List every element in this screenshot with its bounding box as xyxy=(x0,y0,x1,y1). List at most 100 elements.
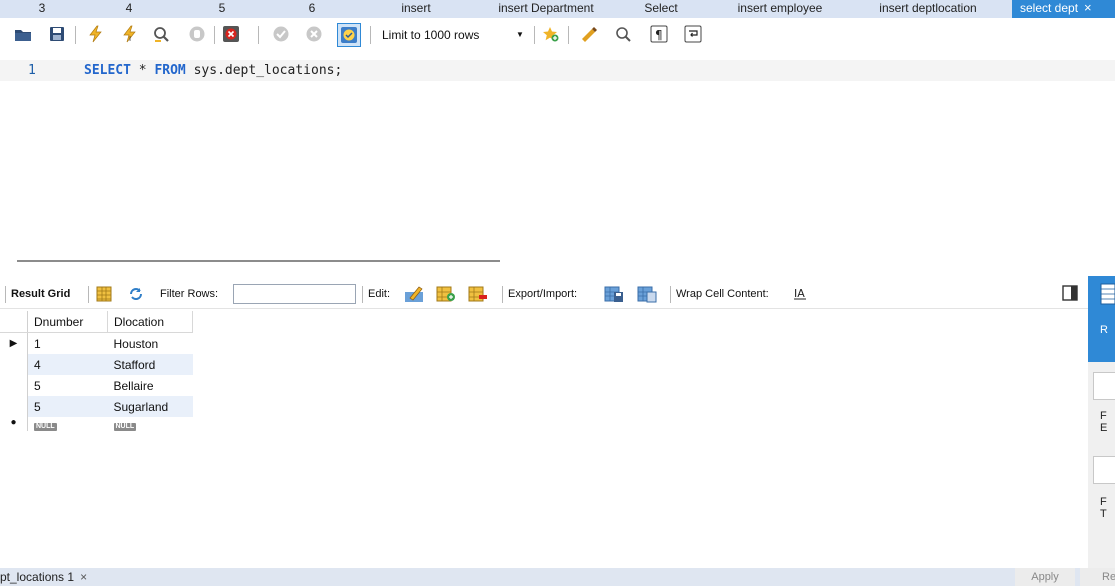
export-import-label: Export/Import: xyxy=(508,288,578,300)
tab-label: 4 xyxy=(125,1,133,15)
cell-dnumber[interactable]: 5 xyxy=(27,396,108,417)
toolbar-separator xyxy=(362,286,363,303)
toolbar-separator xyxy=(670,286,671,303)
cell-dnumber[interactable]: 4 xyxy=(27,354,108,375)
cell-dlocation[interactable]: Sugarland xyxy=(107,396,193,417)
result-tab[interactable]: pt_locations 1 × xyxy=(0,568,94,586)
autocommit-icon[interactable] xyxy=(337,23,361,47)
filter-rows-input[interactable] xyxy=(233,284,356,304)
table-row[interactable]: ▶ 1 Houston xyxy=(0,332,193,355)
tab-insert-department[interactable]: insert Department xyxy=(478,0,614,18)
sql-keyword: FROM xyxy=(154,63,186,78)
row-header xyxy=(0,354,28,375)
cell-dlocation-null[interactable]: NULL xyxy=(108,417,193,431)
side-panel-label: F T xyxy=(1100,496,1107,520)
table-row[interactable]: 4 Stafford xyxy=(0,354,193,375)
sql-table-name: sys.dept_locations; xyxy=(185,63,343,78)
wrap-cell-icon[interactable]: IA xyxy=(793,286,807,300)
apply-button[interactable]: Apply xyxy=(1015,568,1075,586)
side-panel-field-types-button[interactable] xyxy=(1093,456,1115,484)
new-row-marker-icon: ● xyxy=(0,417,28,431)
delete-row-icon[interactable] xyxy=(468,285,488,303)
sql-editor[interactable]: 1 SELECT * FROM sys.dept_locations; xyxy=(0,60,1115,81)
toolbar-separator xyxy=(214,26,215,44)
row-header xyxy=(0,375,28,396)
tab-4[interactable]: 4 xyxy=(105,0,153,18)
cell-dlocation[interactable]: Bellaire xyxy=(108,375,193,396)
refresh-icon[interactable] xyxy=(128,286,144,302)
cell-dnumber[interactable]: 5 xyxy=(28,375,108,396)
side-panel-form-editor-button[interactable] xyxy=(1093,372,1115,400)
execute-current-icon[interactable]: I xyxy=(120,25,138,43)
limit-rows-select[interactable]: Limit to 1000 rows xyxy=(382,28,479,42)
svg-text:¶: ¶ xyxy=(655,28,663,42)
tab-insert[interactable]: insert xyxy=(386,0,446,18)
grid-view-icon[interactable] xyxy=(96,286,112,302)
beautify-icon[interactable] xyxy=(580,25,598,43)
row-header-corner xyxy=(0,311,28,333)
find-icon[interactable] xyxy=(614,25,632,43)
column-header-dnumber[interactable]: Dnumber xyxy=(27,311,108,333)
horizontal-scrollbar[interactable] xyxy=(17,260,500,262)
rollback-icon[interactable] xyxy=(305,25,323,43)
new-row[interactable]: ● NULL NULL xyxy=(0,417,193,431)
tab-5[interactable]: 5 xyxy=(198,0,246,18)
revert-button[interactable]: Re xyxy=(1080,568,1115,586)
side-panel-label: R xyxy=(1100,324,1108,336)
open-folder-icon[interactable] xyxy=(14,25,32,43)
result-grid[interactable]: Dnumber Dlocation ▶ 1 Houston 4 Stafford… xyxy=(0,311,193,431)
result-tabs-bar: pt_locations 1 × Apply Re xyxy=(0,568,1115,586)
tab-select-dept[interactable]: select dept × xyxy=(1012,0,1115,18)
sql-code-line[interactable]: SELECT * FROM sys.dept_locations; xyxy=(84,63,342,78)
execute-icon[interactable] xyxy=(86,25,104,43)
result-tab-label: pt_locations 1 xyxy=(0,570,75,584)
table-row[interactable]: 5 Bellaire xyxy=(0,375,193,396)
commit-icon[interactable] xyxy=(272,25,290,43)
table-row[interactable]: 5 Sugarland xyxy=(0,396,193,417)
toolbar-separator xyxy=(568,26,569,44)
close-icon[interactable]: × xyxy=(80,570,87,584)
toolbar-separator xyxy=(502,286,503,303)
toolbar-separator xyxy=(75,26,76,44)
column-header-dlocation[interactable]: Dlocation xyxy=(107,311,193,333)
stop-icon[interactable] xyxy=(188,25,206,43)
cell-dnumber[interactable]: 1 xyxy=(28,333,108,355)
null-badge: NULL xyxy=(34,423,57,431)
result-grid-icon xyxy=(1100,283,1115,305)
save-icon[interactable] xyxy=(48,25,66,43)
svg-text:IA: IA xyxy=(794,287,805,300)
toggle-error-icon[interactable] xyxy=(222,25,240,43)
result-grid-tab[interactable]: Result Grid xyxy=(11,288,70,300)
sql-keyword: SELECT xyxy=(84,63,131,78)
cell-dlocation[interactable]: Houston xyxy=(108,333,193,355)
export-icon[interactable] xyxy=(604,284,624,304)
tab-label: 3 xyxy=(38,1,46,15)
result-table: Dnumber Dlocation ▶ 1 Houston 4 Stafford… xyxy=(0,311,193,431)
line-number: 1 xyxy=(28,63,36,78)
tab-6[interactable]: 6 xyxy=(288,0,336,18)
side-panel-label: F E xyxy=(1100,410,1108,434)
toggle-panel-icon[interactable] xyxy=(1062,285,1078,301)
tab-label: insert xyxy=(401,1,431,15)
chevron-down-icon[interactable]: ▼ xyxy=(516,30,524,39)
query-tab-bar: 3 4 5 6 insert insert Department Select … xyxy=(0,0,1115,18)
insert-row-icon[interactable] xyxy=(436,285,456,303)
invisible-chars-icon[interactable]: ¶ xyxy=(650,25,668,43)
tab-label: insert employee xyxy=(737,1,823,15)
null-badge: NULL xyxy=(113,423,137,431)
filter-rows-label: Filter Rows: xyxy=(160,288,219,300)
import-icon[interactable] xyxy=(637,284,657,304)
tab-3[interactable]: 3 xyxy=(18,0,66,18)
table-header-row: Dnumber Dlocation xyxy=(0,311,193,333)
explain-icon[interactable] xyxy=(152,25,170,43)
close-icon[interactable]: × xyxy=(1084,0,1092,15)
add-snippet-icon[interactable] xyxy=(542,25,560,43)
word-wrap-icon[interactable] xyxy=(684,25,702,43)
cell-dnumber-null[interactable]: NULL xyxy=(28,417,108,431)
tab-insert-deptlocation[interactable]: insert deptlocation xyxy=(862,0,994,18)
cell-dlocation[interactable]: Stafford xyxy=(107,354,193,375)
tab-select[interactable]: Select xyxy=(626,0,696,18)
edit-row-icon[interactable] xyxy=(404,284,424,304)
tab-insert-employee[interactable]: insert employee xyxy=(718,0,842,18)
side-panel-result-grid-button[interactable]: R xyxy=(1088,276,1115,362)
